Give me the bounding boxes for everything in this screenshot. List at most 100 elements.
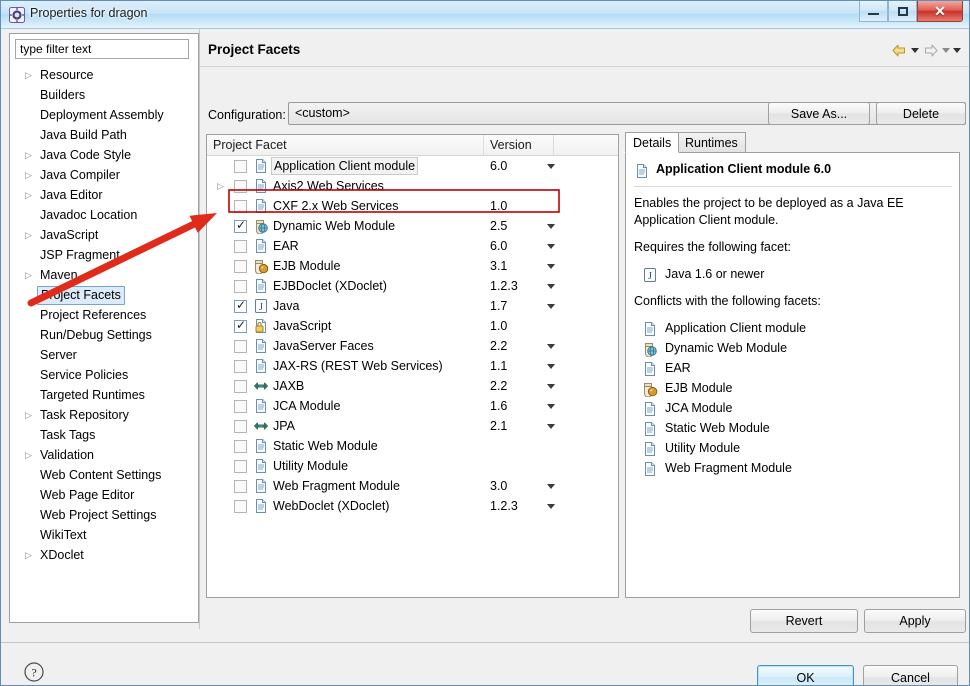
facet-checkbox[interactable]	[234, 340, 247, 353]
version-dropdown-icon[interactable]	[547, 164, 555, 169]
facet-checkbox[interactable]	[234, 480, 247, 493]
facet-version[interactable]: 2.5	[490, 216, 507, 236]
facet-row[interactable]: JAXB 2.2	[207, 376, 618, 396]
ok-button[interactable]: OK	[757, 665, 854, 685]
facet-version[interactable]: 1.2.3	[490, 276, 518, 296]
facet-checkbox[interactable]	[234, 240, 247, 253]
chevron-right-icon[interactable]: ▷	[25, 165, 32, 185]
facet-row[interactable]: JavaServer Faces 2.2	[207, 336, 618, 356]
facet-version[interactable]: 3.1	[490, 256, 507, 276]
facet-checkbox[interactable]	[234, 160, 247, 173]
facet-checkbox[interactable]	[234, 200, 247, 213]
column-header-project-facet[interactable]: Project Facet	[207, 135, 484, 155]
facet-row[interactable]: EJBDoclet (XDoclet) 1.2.3	[207, 276, 618, 296]
sidebar-item-javascript[interactable]: ▷ JavaScript	[10, 225, 198, 245]
maximize-button[interactable]	[888, 1, 917, 22]
facet-row[interactable]: Web Fragment Module 3.0	[207, 476, 618, 496]
tab-runtimes[interactable]: Runtimes	[677, 132, 746, 153]
facet-row[interactable]: JCA Module 1.6	[207, 396, 618, 416]
facet-checkbox[interactable]: ✓	[234, 298, 247, 313]
revert-button[interactable]: Revert	[750, 609, 858, 633]
facet-version[interactable]: 1.6	[490, 396, 507, 416]
facet-checkbox[interactable]	[234, 280, 247, 293]
facet-checkbox[interactable]	[234, 360, 247, 373]
facet-version[interactable]: 3.0	[490, 476, 507, 496]
facet-row[interactable]: ▷ Axis2 Web Services	[207, 176, 618, 196]
facet-checkbox[interactable]	[234, 380, 247, 393]
facet-version[interactable]: 1.1	[490, 356, 507, 376]
cancel-button[interactable]: Cancel	[863, 665, 958, 685]
chevron-right-icon[interactable]: ▷	[25, 145, 32, 165]
sidebar-item-java-build-path[interactable]: Java Build Path	[10, 125, 198, 145]
sidebar-item-java-code-style[interactable]: ▷ Java Code Style	[10, 145, 198, 165]
tab-details[interactable]: Details	[625, 132, 680, 153]
facet-row[interactable]: CXF 2.x Web Services 1.0	[207, 196, 618, 216]
facet-version[interactable]: 6.0	[490, 236, 507, 256]
version-dropdown-icon[interactable]	[547, 384, 555, 389]
version-dropdown-icon[interactable]	[547, 484, 555, 489]
facet-row[interactable]: ✓ J Java 1.7	[207, 296, 618, 316]
facet-checkbox[interactable]	[234, 180, 247, 193]
facet-checkbox[interactable]	[234, 400, 247, 413]
version-dropdown-icon[interactable]	[547, 284, 555, 289]
facet-checkbox[interactable]	[234, 440, 247, 453]
version-dropdown-icon[interactable]	[547, 304, 555, 309]
facet-row[interactable]: ✓ JavaScript 1.0	[207, 316, 618, 336]
sidebar-item-deployment-assembly[interactable]: Deployment Assembly	[10, 105, 198, 125]
chevron-right-icon[interactable]: ▷	[25, 405, 32, 425]
facet-row[interactable]: Utility Module	[207, 456, 618, 476]
sidebar-item-task-repository[interactable]: ▷ Task Repository	[10, 405, 198, 425]
sidebar-item-xdoclet[interactable]: ▷ XDoclet	[10, 545, 198, 565]
sidebar-item-server[interactable]: Server	[10, 345, 198, 365]
facet-version[interactable]: 2.1	[490, 416, 507, 436]
sidebar-item-javadoc-location[interactable]: Javadoc Location	[10, 205, 198, 225]
chevron-right-icon[interactable]: ▷	[25, 185, 32, 205]
facet-row[interactable]: Application Client module 6.0	[207, 156, 618, 176]
sidebar-item-web-project-settings[interactable]: Web Project Settings	[10, 505, 198, 525]
sidebar-item-task-tags[interactable]: Task Tags	[10, 425, 198, 445]
sidebar-item-wikitext[interactable]: WikiText	[10, 525, 198, 545]
facet-checkbox[interactable]	[234, 500, 247, 513]
facet-row[interactable]: ✓ Dynamic Web Module 2.5	[207, 216, 618, 236]
minimize-button[interactable]	[859, 1, 888, 22]
chevron-right-icon[interactable]: ▷	[25, 445, 32, 465]
settings-tree[interactable]: ▷ Resource Builders Deployment Assembly Java…	[10, 65, 198, 622]
version-dropdown-icon[interactable]	[547, 264, 555, 269]
back-history-caret-icon[interactable]	[911, 47, 919, 53]
version-dropdown-icon[interactable]	[547, 244, 555, 249]
sidebar-item-maven[interactable]: ▷ Maven	[10, 265, 198, 285]
version-dropdown-icon[interactable]	[547, 344, 555, 349]
close-button[interactable]: ✕	[917, 1, 963, 22]
version-dropdown-icon[interactable]	[547, 424, 555, 429]
facet-checkbox[interactable]	[234, 460, 247, 473]
sidebar-item-validation[interactable]: ▷ Validation	[10, 445, 198, 465]
facet-row[interactable]: JPA 2.1	[207, 416, 618, 436]
column-header-version[interactable]: Version	[484, 135, 554, 155]
page-menu-caret-icon[interactable]	[953, 47, 961, 53]
version-dropdown-icon[interactable]	[547, 364, 555, 369]
sidebar-item-run-debug-settings[interactable]: Run/Debug Settings	[10, 325, 198, 345]
delete-button[interactable]: Delete	[876, 102, 966, 125]
facet-row[interactable]: Static Web Module	[207, 436, 618, 456]
sidebar-item-java-editor[interactable]: ▷ Java Editor	[10, 185, 198, 205]
facet-checkbox[interactable]: ✓	[234, 318, 247, 333]
sidebar-item-targeted-runtimes[interactable]: Targeted Runtimes	[10, 385, 198, 405]
facet-row[interactable]: WebDoclet (XDoclet) 1.2.3	[207, 496, 618, 516]
sidebar-item-project-facets[interactable]: Project Facets	[10, 285, 198, 305]
project-facet-table[interactable]: Project Facet Version Application Client…	[206, 134, 619, 598]
sidebar-item-builders[interactable]: Builders	[10, 85, 198, 105]
chevron-right-icon[interactable]: ▷	[25, 225, 32, 245]
save-as-button[interactable]: Save As...	[768, 102, 870, 125]
facet-version[interactable]: 1.7	[490, 296, 507, 316]
facet-version[interactable]: 1.0	[490, 316, 507, 336]
facet-version[interactable]: 1.0	[490, 196, 507, 216]
chevron-right-icon[interactable]: ▷	[25, 65, 32, 85]
facet-version[interactable]: 2.2	[490, 376, 507, 396]
chevron-right-icon[interactable]: ▷	[25, 265, 32, 285]
facet-checkbox[interactable]	[234, 420, 247, 433]
sidebar-item-project-references[interactable]: Project References	[10, 305, 198, 325]
version-dropdown-icon[interactable]	[547, 404, 555, 409]
sidebar-item-service-policies[interactable]: Service Policies	[10, 365, 198, 385]
sidebar-item-java-compiler[interactable]: ▷ Java Compiler	[10, 165, 198, 185]
apply-button[interactable]: Apply	[864, 609, 966, 633]
